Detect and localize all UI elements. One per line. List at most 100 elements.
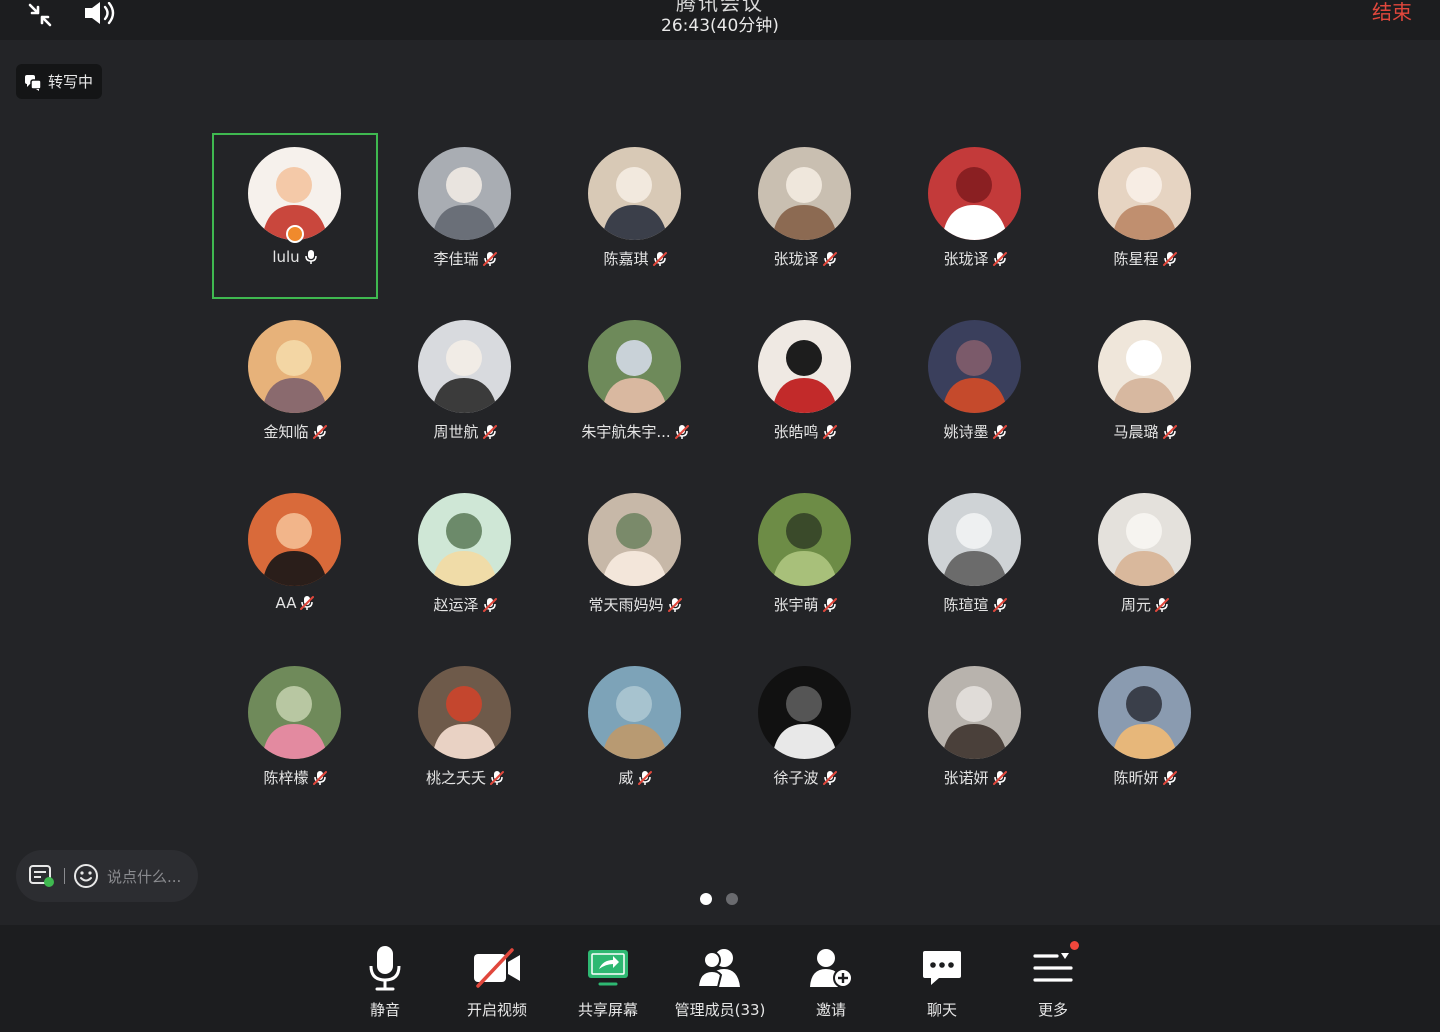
start-video-button[interactable]: 开启视频 [442, 925, 552, 1032]
participant-tile[interactable]: lulu [212, 133, 378, 299]
participant-name: 陈梓檬 [263, 769, 309, 787]
mic-muted-icon [482, 251, 497, 266]
participant-name-line: 周元 [1064, 594, 1226, 615]
participant-name-line: 周世航 [384, 421, 546, 442]
participant-tile[interactable]: 桃之夭夭 [384, 654, 546, 816]
mic-muted-icon [482, 424, 497, 439]
avatar [588, 147, 681, 240]
participant-tile[interactable]: 陈昕妍 [1064, 654, 1226, 816]
avatar [418, 666, 511, 759]
participant-tile[interactable]: 周元 [1064, 481, 1226, 643]
participant-name-line: 张珑译 [894, 248, 1056, 269]
participant-tile[interactable]: 周世航 [384, 308, 546, 470]
avatar [1098, 147, 1191, 240]
participant-name: 金知临 [263, 423, 309, 441]
participant-name: AA [275, 594, 297, 612]
participant-name: 陈昕妍 [1113, 769, 1159, 787]
page-dot-1[interactable] [700, 893, 712, 905]
participant-tile[interactable]: 赵运泽 [384, 481, 546, 643]
mic-muted-icon [992, 597, 1007, 612]
participant-tile[interactable]: 张诺妍 [894, 654, 1056, 816]
participant-name: 李佳瑞 [433, 250, 479, 268]
invite-button[interactable]: 邀请 [776, 925, 886, 1032]
participant-tile[interactable]: 陈星程 [1064, 135, 1226, 297]
microphone-icon [360, 943, 410, 993]
mic-muted-icon [667, 597, 682, 612]
participant-name: 周世航 [433, 423, 479, 441]
participant-name-line: 朱宇航朱宇... [554, 421, 716, 442]
participant-tile[interactable]: 常天雨妈妈 [554, 481, 716, 643]
chat-button[interactable]: 聊天 [887, 925, 997, 1032]
participant-name-line: 姚诗墨 [894, 421, 1056, 442]
mic-muted-icon [992, 424, 1007, 439]
mute-button[interactable]: 静音 [330, 925, 440, 1032]
participant-name-line: 张珑译 [724, 248, 886, 269]
chat-input-bar[interactable]: 说点什么... [16, 850, 198, 902]
mic-muted-icon [312, 424, 327, 439]
participant-tile[interactable]: 陈嘉琪 [554, 135, 716, 297]
host-badge-icon [286, 225, 304, 243]
end-meeting-button[interactable]: 结束 [1372, 0, 1412, 25]
avatar [758, 320, 851, 413]
mic-muted-icon [822, 424, 837, 439]
participant-tile[interactable]: 李佳瑞 [384, 135, 546, 297]
participant-name-line: 陈瑄瑄 [894, 594, 1056, 615]
mute-label: 静音 [369, 1001, 400, 1019]
top-bar: 腾讯会议 26:43(40分钟) 结束 [0, 0, 1440, 40]
participant-name: 赵运泽 [433, 596, 479, 614]
avatar [248, 666, 341, 759]
participant-tile[interactable]: 张珑译 [724, 135, 886, 297]
participant-name: 徐子波 [773, 769, 819, 787]
invite-label: 邀请 [815, 1001, 846, 1019]
mic-muted-icon [1155, 597, 1169, 612]
participant-tile[interactable]: 姚诗墨 [894, 308, 1056, 470]
participant-tile[interactable]: 金知临 [214, 308, 376, 470]
participant-name: 姚诗墨 [943, 423, 989, 441]
more-label: 更多 [1037, 1001, 1068, 1019]
share-screen-button[interactable]: 共享屏幕 [553, 925, 663, 1032]
avatar [1098, 666, 1191, 759]
transcribe-status[interactable]: 转写中 [16, 64, 103, 99]
participant-name-line: 常天雨妈妈 [554, 594, 716, 615]
chat-divider [64, 868, 65, 884]
participant-name: 张珑译 [773, 250, 819, 268]
mic-muted-icon [992, 251, 1007, 266]
page-dot-2[interactable] [726, 893, 738, 905]
participant-name-line: 张诺妍 [894, 767, 1056, 788]
participant-name-line: 金知临 [214, 421, 376, 442]
avatar [418, 320, 511, 413]
transcribe-label: 转写中 [48, 73, 94, 91]
manage-members-button[interactable]: 管理成员(33) [665, 925, 775, 1032]
participant-tile[interactable]: 朱宇航朱宇... [554, 308, 716, 470]
participant-tile[interactable]: 张珑译 [894, 135, 1056, 297]
participant-name: 张皓鸣 [773, 423, 819, 441]
emoji-icon[interactable] [73, 863, 99, 889]
participant-name-line: lulu [214, 248, 376, 266]
chat-placeholder[interactable]: 说点什么... [107, 866, 181, 887]
avatar [928, 666, 1021, 759]
mic-muted-icon [482, 597, 497, 612]
participant-tile[interactable]: 张皓鸣 [724, 308, 886, 470]
participant-tile[interactable]: 陈瑄瑄 [894, 481, 1056, 643]
participant-name-line: 陈昕妍 [1064, 767, 1226, 788]
participant-tile[interactable]: 张宇萌 [724, 481, 886, 643]
participant-tile[interactable]: AA [214, 481, 376, 643]
participant-tile[interactable]: 徐子波 [724, 654, 886, 816]
participant-name: 常天雨妈妈 [588, 596, 664, 614]
video-off-icon [472, 943, 522, 993]
participant-name-line: AA [214, 594, 376, 612]
participant-tile[interactable]: 马晨璐 [1064, 308, 1226, 470]
captions-icon[interactable] [28, 863, 56, 889]
participant-name: 朱宇航朱宇... [581, 423, 671, 441]
participant-name-line: 马晨璐 [1064, 421, 1226, 442]
participant-tile[interactable]: 陈梓檬 [214, 654, 376, 816]
avatar [588, 320, 681, 413]
mic-muted-icon [1162, 770, 1177, 785]
participant-name-line: 李佳瑞 [384, 248, 546, 269]
start-video-label: 开启视频 [466, 1001, 527, 1019]
more-button[interactable]: 更多 [998, 925, 1108, 1032]
participant-tile[interactable]: 威 [554, 654, 716, 816]
page-indicator [700, 893, 738, 905]
avatar [928, 320, 1021, 413]
chat-icon [917, 943, 967, 993]
